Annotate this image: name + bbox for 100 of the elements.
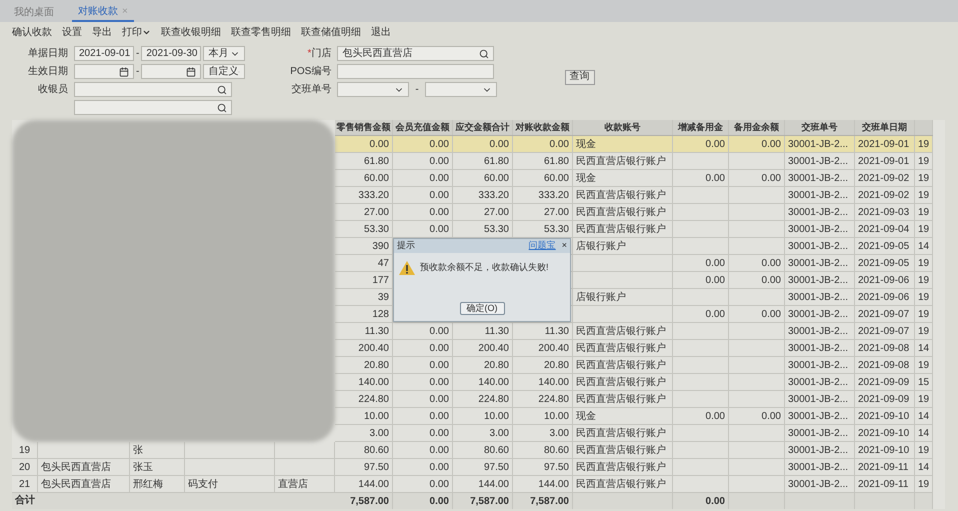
dialog-title: 提示 xyxy=(397,239,416,252)
store-field[interactable]: 包头民西直营店 xyxy=(337,46,494,61)
table-cell-text: 3.00 xyxy=(490,426,509,440)
table-cell-text: 333.20 xyxy=(358,188,389,202)
table-row[interactable]: 20.80 0.00 20.80 20.80 民西直营店银行账户 30001-JB-2... 2021-09-08 19 xyxy=(335,357,933,374)
table-cell-text: 30001-JB-2... xyxy=(788,478,848,492)
range-select[interactable]: 本月 xyxy=(203,46,246,61)
table-cell-text: 2021-09-10 xyxy=(858,426,910,440)
table-cell-text: 60.00 xyxy=(364,172,389,186)
table-cell-text: 0.00 xyxy=(706,308,725,322)
toolbar-button[interactable]: 联查零售明细 xyxy=(231,24,291,40)
toolbar-button[interactable]: 导出 xyxy=(92,24,112,40)
table-cell-text: 200.40 xyxy=(358,342,389,356)
table-cell-text: 2021-09-08 xyxy=(858,358,910,372)
table-cell-text: 333.20 xyxy=(538,188,569,202)
table-cell-text: 19 xyxy=(918,222,930,236)
table-cell-text: 包头民西直营店 xyxy=(41,478,111,492)
table-cell-text: 19 xyxy=(918,478,930,492)
table-cell-text: 直营店 xyxy=(278,478,308,492)
tab[interactable]: 对账收款 × xyxy=(72,3,134,22)
table-cell-text: 邢红梅 xyxy=(133,478,163,492)
table-cell-text: 2021-09-11 xyxy=(858,460,908,474)
table-cell-text: 张 xyxy=(133,444,143,458)
toolbar-button[interactable]: 联查收银明细 xyxy=(161,24,221,40)
toolbar-button[interactable]: 设置 xyxy=(62,24,82,40)
total-label: 合计 xyxy=(14,494,36,508)
table-cell-text: 30001-JB-2... xyxy=(788,308,848,322)
table-cell-text: 15 xyxy=(918,376,930,390)
toolbar-button[interactable]: 退出 xyxy=(371,24,391,40)
table-row[interactable]: 27.00 0.00 27.00 27.00 民西直营店银行账户 30001-JB-2... 2021-09-03 19 xyxy=(335,204,933,221)
date-field[interactable] xyxy=(74,64,134,79)
table-cell-text: 30001-JB-2... xyxy=(788,256,848,270)
table-cell-text: 61.80 xyxy=(484,154,509,168)
table-cell-text: 19 xyxy=(918,206,930,220)
table-row[interactable]: 11.30 0.00 11.30 11.30 民西直营店银行账户 30001-JB-2... 2021-09-07 19 xyxy=(335,323,933,340)
table-cell-text: 0.00 xyxy=(430,342,449,356)
table-cell-text: 2021-09-05 xyxy=(858,256,910,270)
table-row[interactable]: 80.60 0.00 80.60 80.60 民西直营店银行账户 30001-JB-2... 2021-09-10 19 xyxy=(335,442,933,459)
table-cell-text: 30001-JB-2... xyxy=(788,444,848,458)
table-cell-text: 2021-09-04 xyxy=(858,222,910,236)
query-button[interactable]: 查询 xyxy=(564,70,595,84)
table-cell-text: 19 xyxy=(918,154,930,168)
table-cell-text: 民西直营店银行账户 xyxy=(576,342,666,356)
table-row[interactable]: 60.00 0.00 60.00 60.00 现金 0.00 0.00 30001-JB-2... 2021-09-02 19 xyxy=(335,170,933,187)
table-cell-text: 30001-JB-2... xyxy=(788,358,848,372)
table-cell-text: 19 xyxy=(18,444,30,458)
column-header: 对账收款金额 xyxy=(516,120,570,134)
ok-button[interactable]: 确定(O) xyxy=(460,302,504,315)
table-cell-text: 包头民西直营店 xyxy=(41,460,111,474)
table-cell-text: 30001-JB-2... xyxy=(788,188,848,202)
table-cell-text: 97.50 xyxy=(364,460,389,474)
table-cell-text: 21 xyxy=(18,478,30,492)
date-field[interactable]: 2021-09-01 xyxy=(74,46,134,61)
close-icon[interactable]: × xyxy=(562,239,567,253)
shift-select[interactable] xyxy=(337,82,410,97)
table-cell-text: 2021-09-02 xyxy=(858,172,910,186)
pos-field[interactable] xyxy=(337,64,494,79)
toolbar-button[interactable]: 打印 xyxy=(122,24,151,40)
table-cell-text: 0.00 xyxy=(550,138,569,152)
table-cell-text: 民西直营店银行账户 xyxy=(576,188,666,202)
date-field[interactable]: 2021-09-30 xyxy=(141,46,202,61)
table-cell-text: 0.00 xyxy=(762,410,781,424)
table-cell-text: 0.00 xyxy=(762,138,781,152)
table-cell-text: 2021-09-03 xyxy=(858,206,910,220)
date-field[interactable] xyxy=(141,64,202,79)
toolbar-button[interactable]: 联查储值明细 xyxy=(301,24,361,40)
total-cell-text: 0.00 xyxy=(706,494,725,508)
table-cell-text: 0.00 xyxy=(430,392,449,406)
shift-select[interactable] xyxy=(424,82,497,97)
search-field[interactable] xyxy=(74,100,232,115)
table-row[interactable]: 200.40 0.00 200.40 200.40 民西直营店银行账户 30001-JB-2... 2021-09-08 14 xyxy=(335,340,933,357)
table-row[interactable]: 97.50 0.00 97.50 97.50 民西直营店银行账户 30001-JB-2... 2021-09-11 14 xyxy=(335,459,933,476)
table-cell-text: 224.80 xyxy=(478,392,509,406)
table-row[interactable]: 3.00 0.00 3.00 3.00 民西直营店银行账户 30001-JB-2... 2021-09-10 14 xyxy=(335,425,933,442)
table-cell-text: 0.00 xyxy=(430,460,449,474)
table-row[interactable]: 140.00 0.00 140.00 140.00 民西直营店银行账户 30001-JB-2... 2021-09-09 15 xyxy=(335,374,933,391)
table-cell-text: 0.00 xyxy=(430,410,449,424)
table-cell-text: 30001-JB-2... xyxy=(788,324,848,338)
table-cell-text: 19 xyxy=(918,274,930,288)
table-cell-text: 民西直营店银行账户 xyxy=(576,324,666,338)
table-row[interactable]: 224.80 0.00 224.80 224.80 民西直营店银行账户 30001-JB-2... 2021-09-09 19 xyxy=(335,391,933,408)
cashier-field[interactable] xyxy=(74,82,232,97)
table-cell-text: 0.00 xyxy=(430,478,449,492)
table-cell-text: 民西直营店银行账户 xyxy=(576,460,666,474)
range-select[interactable]: 自定义 xyxy=(203,64,246,79)
table-row[interactable]: 0.00 0.00 0.00 0.00 现金 0.00 0.00 30001-JB-2... 2021-09-01 19 xyxy=(335,136,933,153)
table-cell-text: 30001-JB-2... xyxy=(788,392,848,406)
table-cell-text: 2021-09-11 xyxy=(858,478,908,492)
table-row[interactable]: 10.00 0.00 10.00 10.00 现金 0.00 0.00 30001-JB-2... 2021-09-10 14 xyxy=(335,408,933,425)
table-cell-text: 53.30 xyxy=(544,222,569,236)
table-cell-text: 0.00 xyxy=(430,358,449,372)
table-cell-text: 30001-JB-2... xyxy=(788,274,848,288)
toolbar-button[interactable]: 确认收款 xyxy=(12,24,52,40)
table-cell-text: 2021-09-10 xyxy=(858,444,910,458)
table-cell-text: 0.00 xyxy=(430,222,449,236)
table-cell-text: 0.00 xyxy=(430,172,449,186)
table-row[interactable]: 333.20 0.00 333.20 333.20 民西直营店银行账户 30001-JB-2... 2021-09-02 19 xyxy=(335,187,933,204)
table-row[interactable]: 61.80 0.00 61.80 61.80 民西直营店银行账户 30001-JB-2... 2021-09-01 19 xyxy=(335,153,933,170)
table-cell-text: 0.00 xyxy=(762,256,781,270)
table-cell-text: 144.00 xyxy=(538,478,569,492)
